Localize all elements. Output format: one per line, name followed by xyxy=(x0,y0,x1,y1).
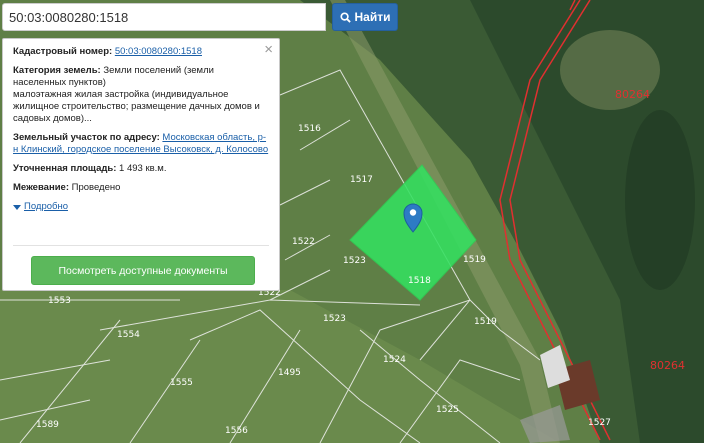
dark-trees xyxy=(625,110,695,290)
search-button-label: Найти xyxy=(354,10,391,24)
selected-parcel-label: 1518 xyxy=(408,276,431,286)
survey-row: Межевание: Проведено xyxy=(13,182,269,194)
parcel-label: 1519 xyxy=(463,255,486,265)
district-label: 80264 xyxy=(650,359,685,372)
parcel-info-panel: × Кадастровый номер: 50:03:0080280:1518 … xyxy=(2,38,280,291)
parcel-label: 1524 xyxy=(383,355,406,365)
area-label: Уточненная площадь: xyxy=(13,163,117,174)
parcel-label: 1556 xyxy=(225,426,248,436)
address-row: Земельный участок по адресу: Московская … xyxy=(13,132,269,156)
category-label: Категория земель: xyxy=(13,65,101,76)
parcel-label: 1525 xyxy=(436,405,459,415)
parcel-label: 1554 xyxy=(117,330,140,340)
cadastral-row: Кадастровый номер: 50:03:0080280:1518 xyxy=(13,46,269,58)
search-bar: Найти xyxy=(2,3,398,31)
cadastral-label: Кадастровый номер: xyxy=(13,46,113,57)
close-icon[interactable]: × xyxy=(264,42,273,57)
area-row: Уточненная площадь: 1 493 кв.м. xyxy=(13,163,269,175)
parcel-label: 1555 xyxy=(170,378,193,388)
parcel-label: 1495 xyxy=(278,368,301,378)
more-details-link[interactable]: Подробно xyxy=(13,201,269,213)
parcel-label: 1517 xyxy=(350,175,373,185)
search-input[interactable] xyxy=(2,3,326,31)
parcel-label: 1527 xyxy=(588,418,611,428)
divider xyxy=(13,245,269,246)
cadastral-number-link[interactable]: 50:03:0080280:1518 xyxy=(115,46,202,57)
triangle-down-icon xyxy=(13,204,21,210)
survey-label: Межевание: xyxy=(13,182,69,193)
view-documents-button[interactable]: Посмотреть доступные документы xyxy=(31,256,255,285)
magnifier-icon xyxy=(339,11,351,23)
usage-text: малоэтажная жилая застройка (индивидуаль… xyxy=(13,89,260,124)
parcel-label: 1553 xyxy=(48,296,71,306)
category-row: Категория земель: Земли поселений (земли… xyxy=(13,65,269,125)
area-value: 1 493 кв.м. xyxy=(119,163,167,174)
survey-value: Проведено xyxy=(71,182,121,193)
parcel-label: 1516 xyxy=(298,124,321,134)
parcel-label: 1522 xyxy=(292,237,315,247)
parcel-label: 1589 xyxy=(36,420,59,430)
parcel-label: 1523 xyxy=(323,314,346,324)
address-label: Земельный участок по адресу: xyxy=(13,132,160,143)
search-button[interactable]: Найти xyxy=(332,3,398,31)
parcel-label: 1523 xyxy=(343,256,366,266)
view-documents-label: Посмотреть доступные документы xyxy=(58,264,228,277)
district-label: 80264 xyxy=(615,88,650,101)
parcel-label: 1519 xyxy=(474,317,497,327)
more-details-label[interactable]: Подробно xyxy=(24,201,68,213)
